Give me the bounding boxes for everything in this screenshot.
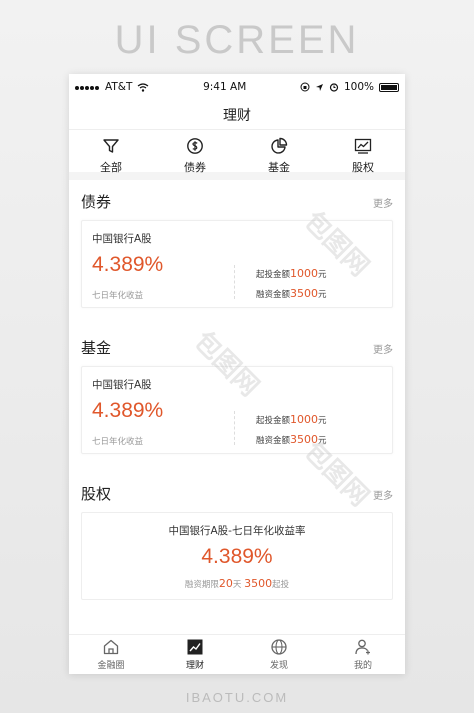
status-time: 9:41 AM — [203, 81, 247, 93]
battery-percent: 100% — [343, 81, 374, 93]
section-bonds: 债券 更多 中国银行A股 4.389% 七日年化收益 起投金额1000元 融资金… — [69, 182, 405, 308]
more-link[interactable]: 更多 — [373, 487, 393, 502]
footer-site: IBAOTU.COM — [185, 690, 289, 705]
category-label: 全部 — [100, 161, 122, 174]
tab-label: 金融圈 — [97, 661, 125, 671]
start-amount: 起投金额1000元 — [256, 413, 327, 426]
divider — [234, 265, 235, 299]
financing-terms: 融资期限20天 3500起投 — [184, 577, 290, 590]
divider — [234, 411, 235, 445]
tab-label: 理财 — [185, 661, 204, 671]
product-card[interactable]: 中国银行A股 4.389% 七日年化收益 起投金额1000元 融资金额3500元 — [81, 366, 393, 454]
status-bar: AT&T 9:41 AM 100% — [69, 74, 405, 100]
section-funds: 基金 更多 中国银行A股 4.389% 七日年化收益 起投金额1000元 融资金… — [69, 328, 405, 454]
product-card[interactable]: 中国银行A股 4.389% 七日年化收益 起投金额1000元 融资金额3500元 — [81, 220, 393, 308]
rate-description: 七日年化收益 — [92, 437, 144, 447]
location-icon — [315, 83, 323, 91]
product-rate: 4.389% — [92, 253, 164, 276]
tab-label: 我的 — [353, 661, 372, 671]
more-link[interactable]: 更多 — [373, 341, 393, 356]
user-icon — [355, 639, 370, 655]
category-bonds[interactable]: 债券 — [153, 137, 237, 175]
product-name: 中国银行A股-七日年化收益率 — [168, 525, 306, 537]
section-title: 股权 — [81, 485, 112, 503]
section-title: 债券 — [81, 193, 112, 211]
category-label: 基金 — [268, 161, 290, 174]
line-chart-icon — [354, 138, 372, 154]
home-icon — [103, 639, 119, 655]
product-name: 中国银行A股 — [92, 379, 152, 391]
tab-wealth[interactable]: 理财 — [153, 635, 237, 674]
category-funds[interactable]: 基金 — [237, 137, 321, 175]
rate-description: 七日年化收益 — [92, 291, 144, 301]
product-rate: 4.389% — [201, 545, 273, 568]
alarm-icon — [329, 83, 339, 92]
category-label: 债券 — [184, 161, 206, 174]
product-card[interactable]: 中国银行A股-七日年化收益率 4.389% 融资期限20天 3500起投 — [81, 512, 393, 600]
tab-discover[interactable]: 发现 — [237, 635, 321, 674]
pie-chart-icon — [271, 137, 288, 154]
banner-title: UI SCREEN — [114, 18, 360, 62]
carrier: AT&T — [105, 81, 133, 93]
section-equity: 股权 更多 中国银行A股-七日年化收益率 4.389% 融资期限20天 3500… — [69, 474, 405, 600]
more-link[interactable]: 更多 — [373, 195, 393, 210]
chart-icon — [187, 639, 203, 655]
product-rate: 4.389% — [92, 399, 164, 422]
tab-label: 发现 — [269, 661, 288, 671]
financing-amount: 融资金额3500元 — [256, 287, 327, 300]
category-row: 全部 债券 基金 股权 — [69, 130, 405, 180]
tab-mine[interactable]: 我的 — [321, 635, 405, 674]
category-all[interactable]: 全部 — [69, 137, 153, 175]
financing-amount: 融资金额3500元 — [256, 433, 327, 446]
signal-icon — [75, 81, 100, 93]
product-name: 中国银行A股 — [92, 233, 152, 245]
filter-icon — [103, 139, 119, 153]
nav-bar: 理财 — [69, 100, 405, 130]
wifi-icon — [138, 82, 149, 92]
phone-screen: AT&T 9:41 AM 100% 理财 全部 债券 基金 股权 债券 更多 中… — [69, 74, 405, 674]
tab-finance-circle[interactable]: 金融圈 — [69, 635, 153, 674]
dollar-circle-icon — [187, 138, 203, 154]
page-title: 理财 — [223, 107, 251, 124]
start-amount: 起投金额1000元 — [256, 267, 327, 280]
lock-rotation-icon — [300, 82, 310, 92]
battery-icon — [379, 82, 399, 92]
globe-icon — [271, 639, 287, 655]
section-title: 基金 — [81, 339, 112, 357]
category-label: 股权 — [352, 161, 374, 174]
tab-bar: 金融圈 理财 发现 我的 — [69, 634, 405, 674]
category-equity[interactable]: 股权 — [321, 137, 405, 175]
